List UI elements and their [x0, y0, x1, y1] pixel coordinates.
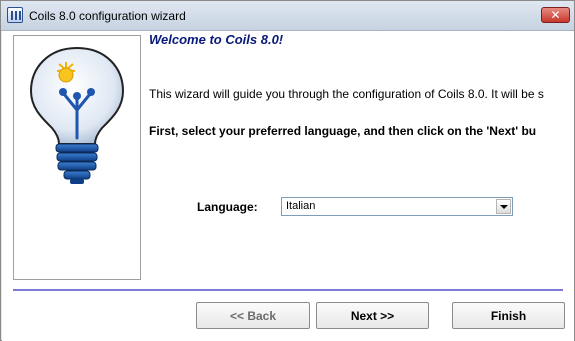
next-button[interactable]: Next >> — [316, 302, 429, 329]
logo-panel — [13, 35, 141, 280]
wizard-panel: Welcome to Coils 8.0! This wizard will g… — [2, 31, 574, 341]
title-bar[interactable]: Coils 8.0 configuration wizard ✕ — [1, 1, 574, 31]
chevron-down-icon[interactable] — [496, 199, 511, 214]
finish-button[interactable]: Finish — [452, 302, 565, 329]
close-icon: ✕ — [550, 8, 561, 22]
language-selected-value: Italian — [286, 200, 316, 212]
welcome-title: Welcome to Coils 8.0! — [149, 32, 284, 47]
language-select[interactable]: Italian — [281, 197, 513, 216]
close-button[interactable]: ✕ — [541, 7, 570, 23]
coils-app-icon — [7, 7, 23, 23]
wizard-window: Coils 8.0 configuration wizard ✕ Welcome… — [0, 0, 575, 341]
lightbulb-icon — [29, 46, 125, 184]
instruction-text: First, select your preferred language, a… — [149, 124, 537, 138]
back-button[interactable]: << Back — [196, 302, 310, 329]
footer-divider — [13, 289, 563, 291]
window-title: Coils 8.0 configuration wizard — [29, 9, 186, 23]
intro-text: This wizard will guide you through the c… — [149, 87, 544, 101]
language-label: Language: — [197, 200, 258, 214]
